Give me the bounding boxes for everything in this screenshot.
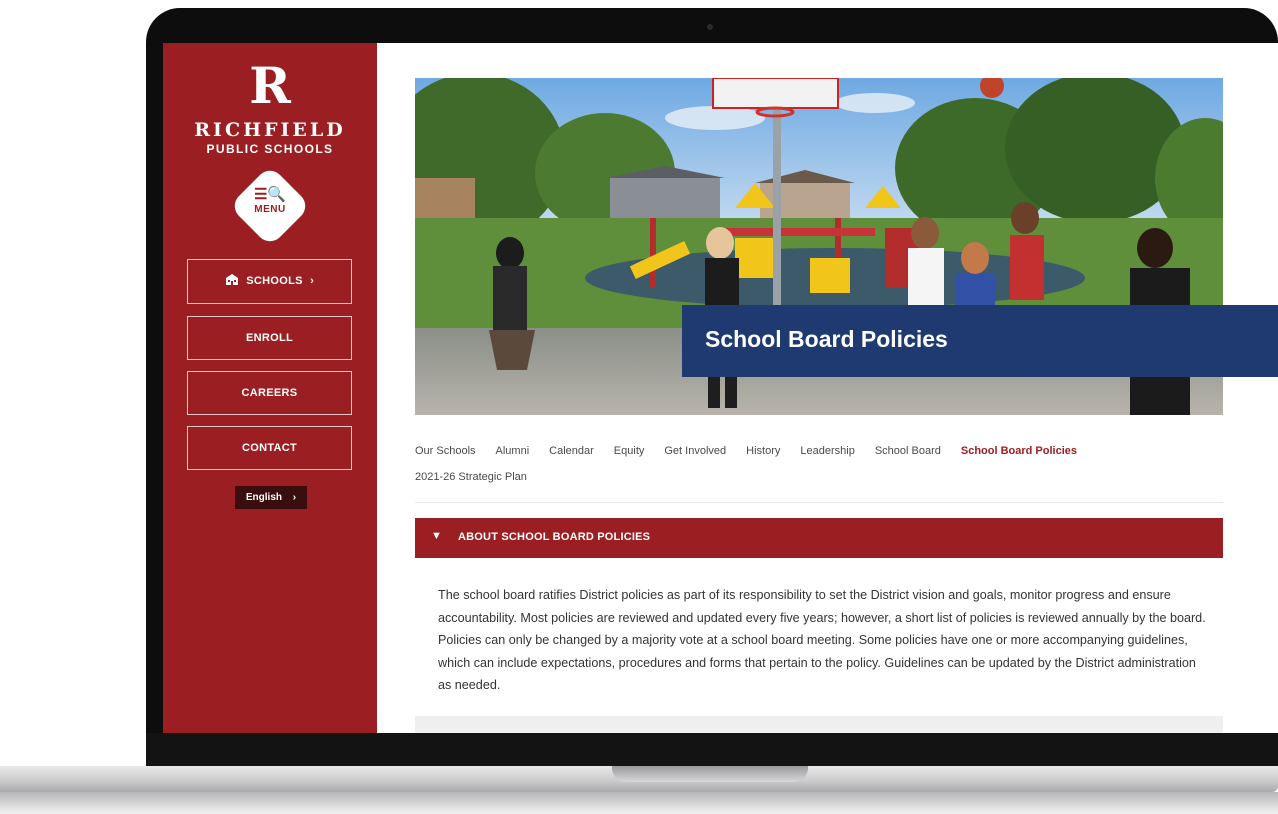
contact-button[interactable]: CONTACT xyxy=(187,426,352,470)
enroll-button[interactable]: ENROLL xyxy=(187,316,352,360)
subnav-item-equity[interactable]: Equity xyxy=(614,438,645,464)
accordion-body-text: The school board ratifies District polic… xyxy=(438,588,1206,693)
language-select[interactable]: English › xyxy=(235,486,307,509)
caret-down-icon: ▼ xyxy=(431,530,442,542)
subnav-item-school-board-policies[interactable]: School Board Policies xyxy=(961,438,1077,464)
laptop-chin xyxy=(146,733,1278,768)
careers-button[interactable]: CAREERS xyxy=(187,371,352,415)
menu-button-content[interactable]: ☰🔍 MENU xyxy=(234,186,306,215)
school-building-icon xyxy=(225,274,242,287)
section-subnav: Our Schools Alumni Calendar Equity Get Invol… xyxy=(415,438,1235,490)
logo-letter[interactable]: R xyxy=(163,61,377,111)
logo-subtitle[interactable]: PUBLIC SCHOOLS xyxy=(163,142,377,156)
camera-icon xyxy=(707,24,713,30)
schools-label: SCHOOLS xyxy=(246,275,303,287)
subnav-item-history[interactable]: History xyxy=(746,438,780,464)
schools-button[interactable]: SCHOOLS › xyxy=(187,259,352,304)
subnav-item-school-board[interactable]: School Board xyxy=(875,438,941,464)
subnav-item-calendar[interactable]: Calendar xyxy=(549,438,594,464)
language-label: English xyxy=(245,492,282,503)
subnav-item-our-schools[interactable]: Our Schools xyxy=(415,438,476,464)
subnav-item-leadership[interactable]: Leadership xyxy=(800,438,854,464)
subnav-item-strategic-plan[interactable]: 2021-26 Strategic Plan xyxy=(415,464,527,490)
divider xyxy=(415,502,1223,503)
sidebar: R RICHFIELD PUBLIC SCHOOLS ☰🔍 MENU SCHOO… xyxy=(163,43,377,733)
subnav-item-alumni[interactable]: Alumni xyxy=(496,438,530,464)
laptop-shadow xyxy=(0,792,1278,814)
browser-screen: R RICHFIELD PUBLIC SCHOOLS ☰🔍 MENU SCHOO… xyxy=(163,43,1278,733)
page-title: School Board Policies xyxy=(705,326,948,352)
chevron-right-icon: › xyxy=(310,275,315,287)
laptop-notch xyxy=(612,766,808,782)
logo-name[interactable]: RICHFIELD xyxy=(163,119,377,141)
accordion-header-about[interactable]: ▼ ABOUT SCHOOL BOARD POLICIES xyxy=(415,518,1223,558)
menu-search-icon: ☰🔍 xyxy=(253,186,287,203)
next-accordion-header[interactable] xyxy=(415,716,1223,733)
menu-label: MENU xyxy=(254,204,286,215)
chevron-right-icon: › xyxy=(292,492,297,503)
subnav-item-get-involved[interactable]: Get Involved xyxy=(664,438,726,464)
accordion-label: ABOUT SCHOOL BOARD POLICIES xyxy=(458,531,651,543)
